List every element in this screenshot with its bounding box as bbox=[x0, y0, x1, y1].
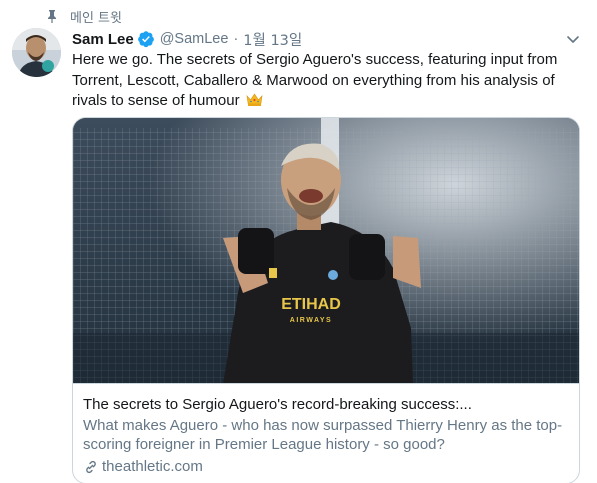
chevron-down-icon[interactable] bbox=[565, 31, 581, 47]
card-title: The secrets to Sergio Aguero's record-br… bbox=[83, 396, 472, 413]
tweet-header: Sam Lee @SamLee · 1월 13일 bbox=[72, 29, 585, 49]
crown-icon bbox=[246, 92, 263, 106]
card-domain: theathletic.com bbox=[102, 458, 203, 475]
shirt-sponsor-sub-text: AIRWAYS bbox=[290, 317, 332, 324]
pinned-text: 메인 트윗 bbox=[70, 10, 122, 26]
author-handle[interactable]: @SamLee bbox=[160, 31, 229, 47]
author-name[interactable]: Sam Lee bbox=[72, 31, 134, 48]
card-body: The secrets to Sergio Aguero's record-br… bbox=[73, 385, 579, 477]
tweet-body: Here we go. The secrets of Sergio Aguero… bbox=[72, 50, 588, 112]
link-preview-card[interactable]: ETIHAD AIRWAYS The secrets to Sergio Agu… bbox=[72, 117, 580, 483]
card-image: ETIHAD AIRWAYS bbox=[73, 118, 579, 384]
card-domain-row: theathletic.com bbox=[83, 457, 569, 477]
pin-icon bbox=[44, 8, 60, 24]
separator-dot: · bbox=[233, 31, 239, 47]
tweet-date[interactable]: 1월 13일 bbox=[243, 29, 302, 50]
link-icon bbox=[83, 459, 99, 475]
tweet-text: Here we go. The secrets of Sergio Aguero… bbox=[72, 51, 558, 109]
avatar[interactable] bbox=[12, 28, 61, 77]
verified-badge-icon bbox=[137, 30, 155, 48]
pinned-tweet-label: 메인 트윗 bbox=[44, 7, 122, 26]
shirt-sponsor-text: ETIHAD bbox=[281, 296, 341, 313]
card-description: What makes Aguero - who has now surpasse… bbox=[83, 417, 563, 453]
